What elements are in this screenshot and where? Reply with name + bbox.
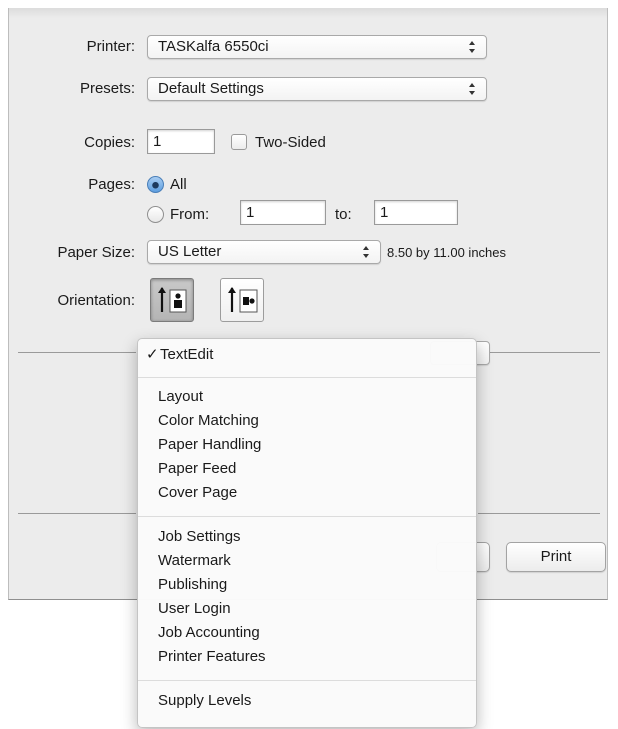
presets-value: Default Settings bbox=[158, 80, 264, 97]
popup-arrows-icon bbox=[469, 83, 475, 95]
pages-label: Pages: bbox=[88, 176, 135, 193]
menu-item-paper-feed[interactable]: Paper Feed bbox=[158, 459, 236, 479]
menu-item-supply-levels[interactable]: Supply Levels bbox=[158, 691, 251, 711]
print-button[interactable]: Print bbox=[506, 542, 606, 572]
paper-size-label: Paper Size: bbox=[57, 244, 135, 261]
printer-label: Printer: bbox=[86, 38, 135, 55]
pages-from-label: From: bbox=[170, 206, 210, 223]
menu-item-layout[interactable]: Layout bbox=[158, 387, 203, 407]
menu-item-watermark[interactable]: Watermark bbox=[158, 551, 231, 571]
popup-arrows-icon bbox=[363, 246, 369, 258]
section-divider bbox=[478, 352, 600, 353]
menu-item-user-login[interactable]: User Login bbox=[158, 599, 231, 619]
landscape-orientation-icon bbox=[228, 287, 258, 313]
menu-item-job-accounting[interactable]: Job Accounting bbox=[158, 623, 260, 643]
copies-field[interactable]: 1 bbox=[147, 129, 215, 154]
menu-item-color-matching[interactable]: Color Matching bbox=[158, 411, 259, 431]
pages-all-radio[interactable] bbox=[147, 176, 164, 193]
menu-item-textedit[interactable]: ✓TextEdit bbox=[146, 345, 213, 365]
menu-item-cover-page[interactable]: Cover Page bbox=[158, 483, 237, 503]
presets-label: Presets: bbox=[79, 80, 135, 97]
pages-to-field[interactable]: 1 bbox=[374, 200, 458, 225]
presets-popup[interactable]: Default Settings bbox=[147, 77, 487, 101]
pages-all-label: All bbox=[170, 176, 187, 193]
footer-divider bbox=[18, 513, 136, 514]
orientation-label: Orientation: bbox=[57, 292, 135, 309]
menu-separator bbox=[138, 680, 476, 681]
paper-size-popup[interactable]: US Letter bbox=[147, 240, 381, 264]
paper-size-value: US Letter bbox=[158, 243, 222, 260]
checkmark-icon: ✓ bbox=[146, 346, 159, 363]
printer-value: TASKalfa 6550ci bbox=[158, 38, 269, 55]
menu-separator bbox=[138, 516, 476, 517]
two-sided-checkbox[interactable] bbox=[231, 134, 247, 150]
two-sided-label: Two-Sided bbox=[255, 134, 326, 151]
dialog-top-edge bbox=[9, 8, 607, 18]
menu-item-publishing[interactable]: Publishing bbox=[158, 575, 227, 595]
orientation-landscape-button[interactable] bbox=[220, 278, 264, 322]
panel-menu: ✓TextEdit Layout Color Matching Paper Ha… bbox=[137, 338, 477, 728]
pages-to-label: to: bbox=[335, 206, 352, 223]
pages-from-radio[interactable] bbox=[147, 206, 164, 223]
menu-item-printer-features[interactable]: Printer Features bbox=[158, 647, 266, 667]
paper-dimensions: 8.50 by 11.00 inches bbox=[387, 245, 507, 260]
section-divider bbox=[18, 352, 136, 353]
footer-divider bbox=[478, 513, 600, 514]
copies-label: Copies: bbox=[84, 134, 135, 151]
menu-item-paper-handling[interactable]: Paper Handling bbox=[158, 435, 261, 455]
menu-separator bbox=[138, 377, 476, 378]
printer-popup[interactable]: TASKalfa 6550ci bbox=[147, 35, 487, 59]
pages-from-field[interactable]: 1 bbox=[240, 200, 326, 225]
popup-arrows-icon bbox=[469, 41, 475, 53]
portrait-orientation-icon bbox=[158, 287, 187, 313]
menu-item-job-settings[interactable]: Job Settings bbox=[158, 527, 241, 547]
orientation-portrait-button[interactable] bbox=[150, 278, 194, 322]
